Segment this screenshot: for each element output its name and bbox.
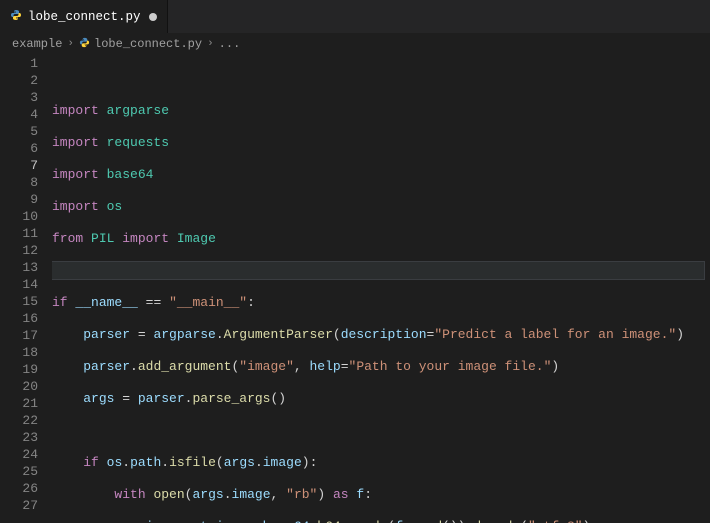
line-number: 14: [0, 276, 38, 293]
line-number: 11: [0, 225, 38, 242]
code-line[interactable]: with open(args.image, "rb") as f:: [52, 486, 704, 503]
line-number: 9: [0, 191, 38, 208]
breadcrumb[interactable]: example › lobe_connect.py › ...: [0, 33, 710, 55]
code-line[interactable]: parser.add_argument("image", help="Path …: [52, 358, 704, 375]
code-line[interactable]: [52, 422, 704, 439]
line-number: 21: [0, 395, 38, 412]
breadcrumb-symbol[interactable]: ...: [219, 37, 241, 51]
breadcrumb-file[interactable]: lobe_connect.py: [94, 37, 202, 51]
line-number: 24: [0, 446, 38, 463]
line-number: 15: [0, 293, 38, 310]
code-line[interactable]: [52, 262, 704, 279]
tab-bar: lobe_connect.py: [0, 0, 710, 33]
python-file-icon: [10, 9, 22, 25]
code-line[interactable]: args = parser.parse_args(): [52, 390, 704, 407]
line-number: 4: [0, 106, 38, 123]
line-number: 22: [0, 412, 38, 429]
code-line[interactable]: import os: [52, 198, 704, 215]
line-number: 8: [0, 174, 38, 191]
line-number-gutter: 1234567891011121314151617181920212223242…: [0, 55, 52, 523]
code-line[interactable]: import base64: [52, 166, 704, 183]
line-number: 1: [0, 55, 38, 72]
code-line[interactable]: import argparse: [52, 102, 704, 119]
code-line[interactable]: parser = argparse.ArgumentParser(descrip…: [52, 326, 704, 343]
line-number: 18: [0, 344, 38, 361]
line-number: 3: [0, 89, 38, 106]
chevron-right-icon: ›: [207, 38, 214, 50]
line-number: 26: [0, 480, 38, 497]
code-editor[interactable]: 1234567891011121314151617181920212223242…: [0, 55, 710, 523]
line-number: 19: [0, 361, 38, 378]
line-number: 16: [0, 310, 38, 327]
code-content[interactable]: import argparse import requests import b…: [52, 55, 710, 523]
code-line[interactable]: [52, 70, 704, 87]
tab-modified-dot-icon: [149, 13, 157, 21]
code-line[interactable]: if os.path.isfile(args.image):: [52, 454, 704, 471]
code-line[interactable]: if __name__ == "__main__":: [52, 294, 704, 311]
line-number: 7: [0, 157, 38, 174]
line-number: 13: [0, 259, 38, 276]
line-number: 2: [0, 72, 38, 89]
line-number: 5: [0, 123, 38, 140]
line-number: 20: [0, 378, 38, 395]
line-number: 25: [0, 463, 38, 480]
line-number: 12: [0, 242, 38, 259]
line-number: 17: [0, 327, 38, 344]
line-number: 6: [0, 140, 38, 157]
code-line[interactable]: from PIL import Image: [52, 230, 704, 247]
python-file-icon: [79, 37, 90, 52]
tab-lobe-connect[interactable]: lobe_connect.py: [0, 0, 168, 33]
code-line[interactable]: import requests: [52, 134, 704, 151]
line-number: 23: [0, 429, 38, 446]
line-number: 27: [0, 497, 38, 514]
tab-filename: lobe_connect.py: [28, 10, 141, 24]
breadcrumb-folder[interactable]: example: [12, 37, 62, 51]
chevron-right-icon: ›: [67, 38, 74, 50]
code-line[interactable]: image_string = base64.b64encode(f.read()…: [52, 518, 704, 523]
line-number: 10: [0, 208, 38, 225]
